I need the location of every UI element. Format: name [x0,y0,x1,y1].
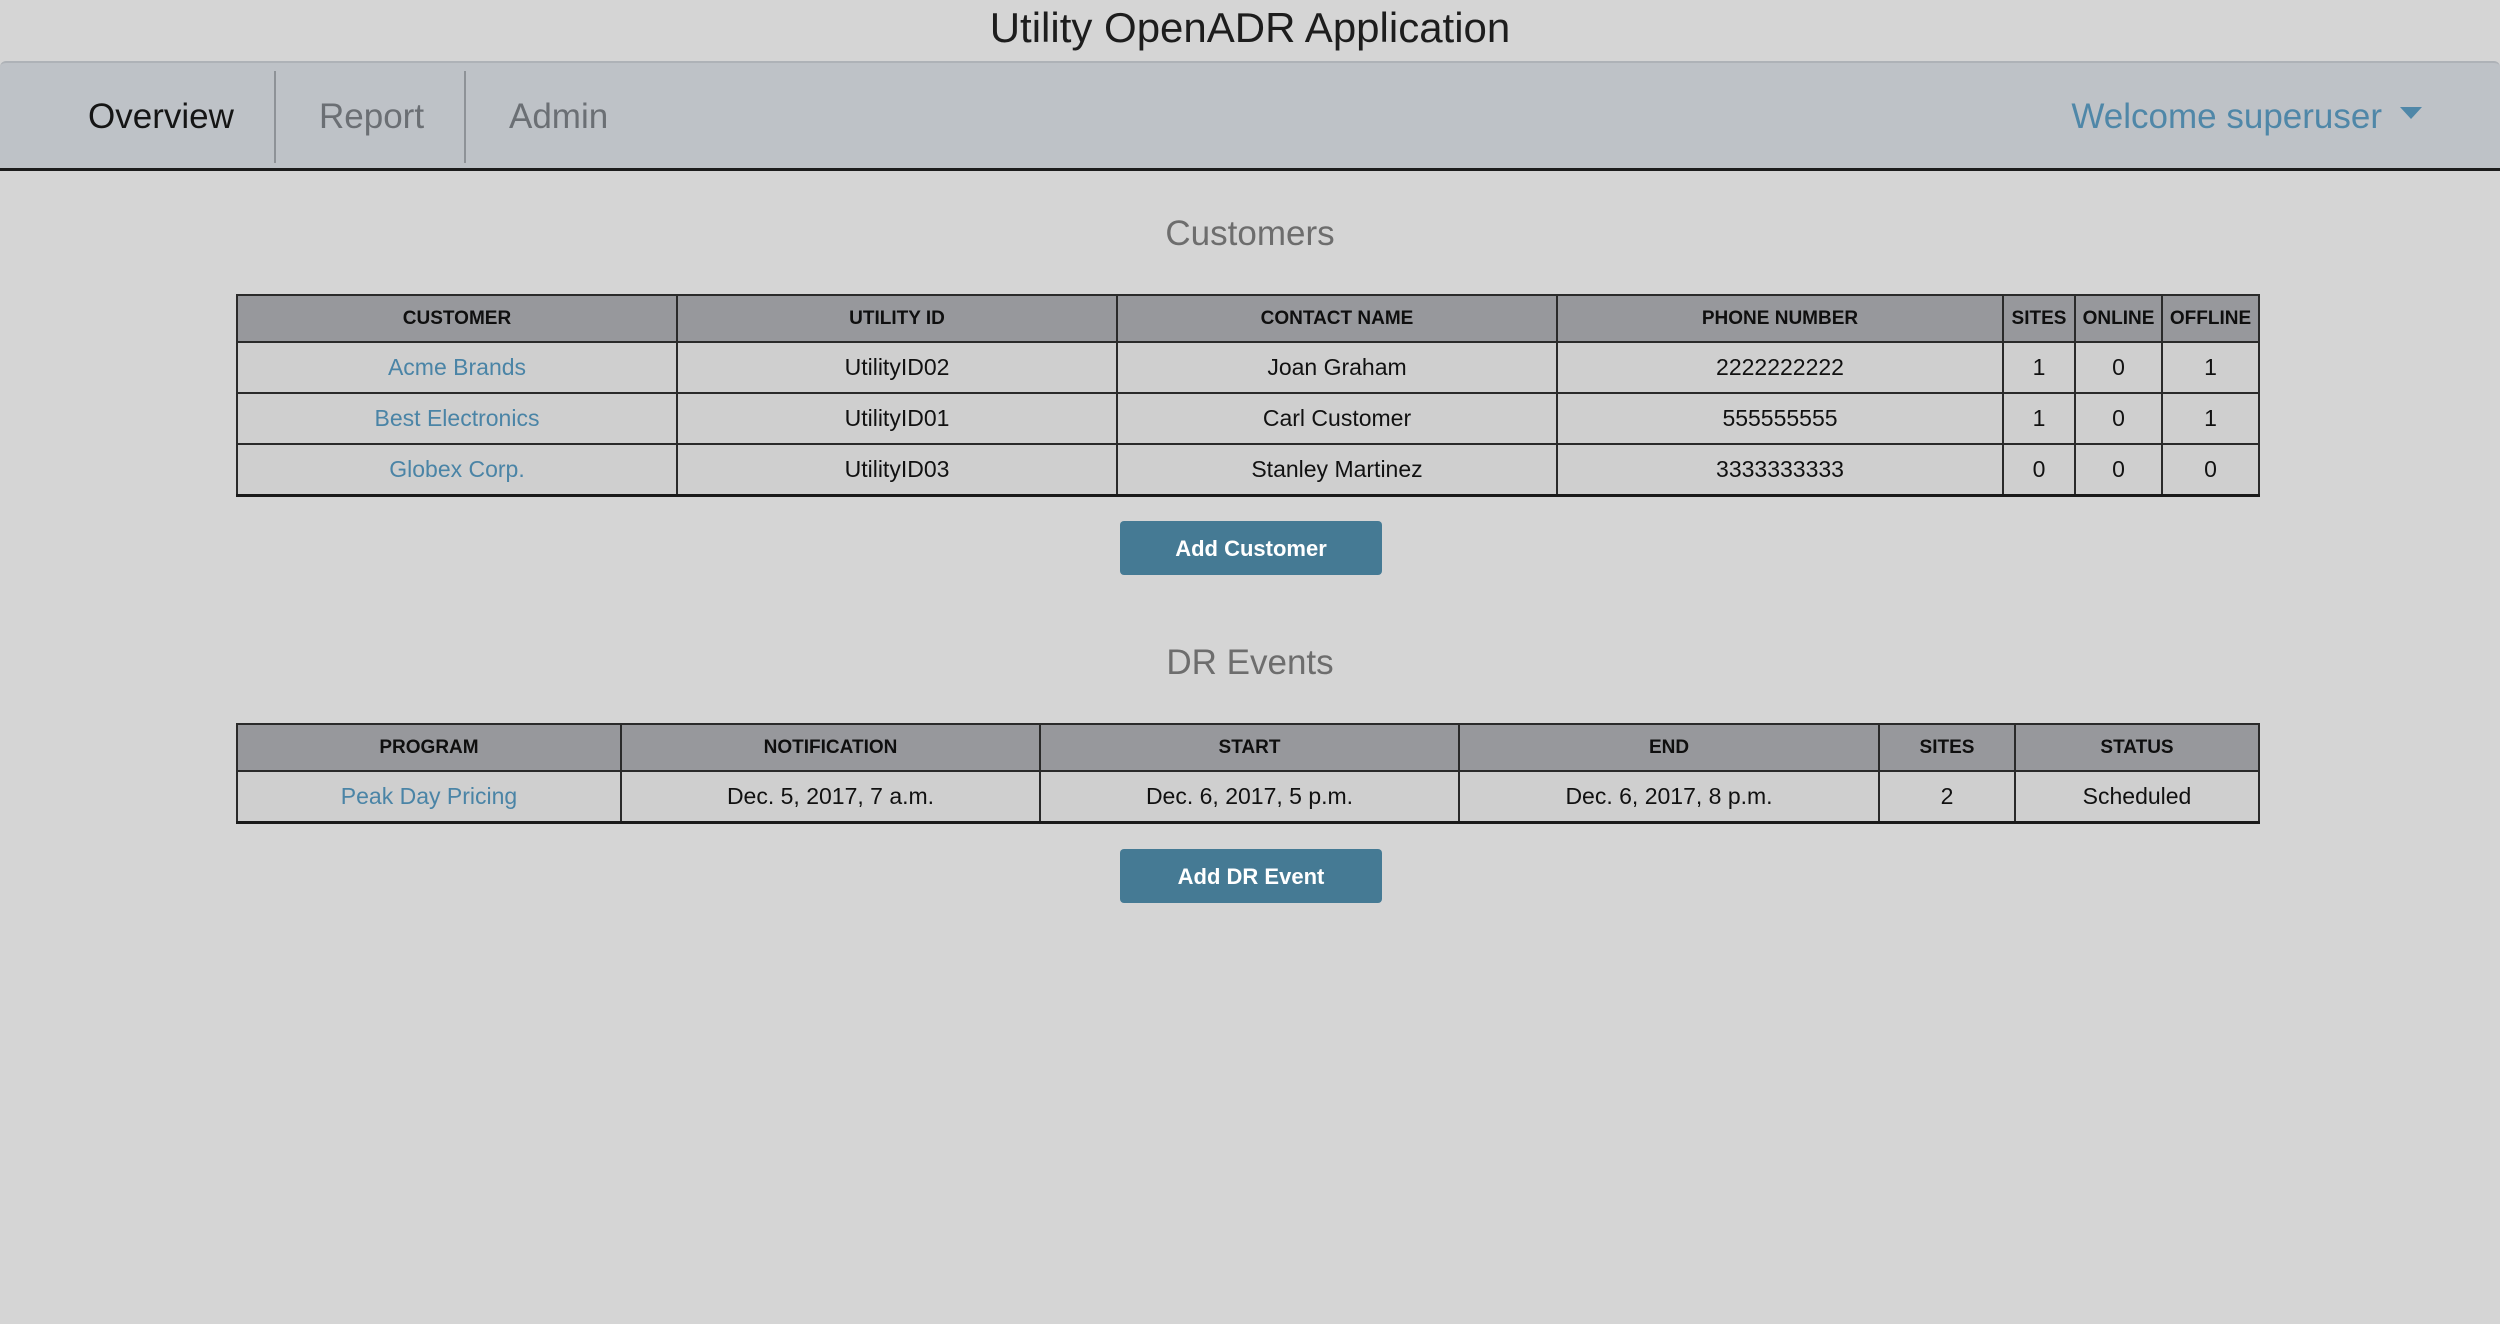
table-row: Globex Corp. UtilityID03 Stanley Martine… [236,443,2260,497]
customer-cell: Globex Corp. [236,443,678,497]
table-header-row: PROGRAM NOTIFICATION START END SITES STA… [236,723,2260,772]
table-header-row: CUSTOMER UTILITY ID CONTACT NAME PHONE N… [236,294,2260,343]
customer-link[interactable]: Globex Corp. [389,456,525,482]
sites-cell: 1 [2002,341,2076,394]
program-cell: Peak Day Pricing [236,770,622,824]
column-header-contact-name[interactable]: CONTACT NAME [1116,294,1558,343]
column-header-program[interactable]: PROGRAM [236,723,622,772]
user-menu-label: Welcome superuser [2071,97,2382,136]
phone-number-cell: 3333333333 [1556,443,2004,497]
table-row: Peak Day Pricing Dec. 5, 2017, 7 a.m. De… [236,770,2260,824]
chevron-down-icon [2400,106,2422,119]
column-header-status[interactable]: STATUS [2014,723,2260,772]
online-cell: 0 [2074,443,2163,497]
sites-cell: 2 [1878,770,2016,824]
column-header-customer[interactable]: CUSTOMER [236,294,678,343]
column-header-utility-id[interactable]: UTILITY ID [676,294,1118,343]
nav-divider [464,71,466,163]
sites-cell: 1 [2002,392,2076,445]
customers-table: CUSTOMER UTILITY ID CONTACT NAME PHONE N… [236,294,2260,497]
tab-report[interactable]: Report [319,71,424,163]
utility-id-cell: UtilityID01 [676,392,1118,445]
sites-cell: 0 [2002,443,2076,497]
add-dr-event-button[interactable]: Add DR Event [1120,849,1382,903]
column-header-end[interactable]: END [1458,723,1880,772]
column-header-start[interactable]: START [1039,723,1460,772]
online-cell: 0 [2074,341,2163,394]
notification-cell: Dec. 5, 2017, 7 a.m. [620,770,1041,824]
utility-id-cell: UtilityID03 [676,443,1118,497]
dr-events-section-title: DR Events [1166,643,1334,682]
customers-section-title: Customers [1165,214,1335,253]
contact-name-cell: Carl Customer [1116,392,1558,445]
offline-cell: 1 [2161,392,2260,445]
column-header-online[interactable]: ONLINE [2074,294,2163,343]
column-header-offline[interactable]: OFFLINE [2161,294,2260,343]
customer-cell: Acme Brands [236,341,678,394]
customer-link[interactable]: Acme Brands [388,354,526,380]
tab-overview[interactable]: Overview [88,71,234,163]
offline-cell: 1 [2161,341,2260,394]
customer-cell: Best Electronics [236,392,678,445]
end-cell: Dec. 6, 2017, 8 p.m. [1458,770,1880,824]
dr-events-table: PROGRAM NOTIFICATION START END SITES STA… [236,723,2260,824]
start-cell: Dec. 6, 2017, 5 p.m. [1039,770,1460,824]
column-header-notification[interactable]: NOTIFICATION [620,723,1041,772]
customer-link[interactable]: Best Electronics [375,405,540,431]
offline-cell: 0 [2161,443,2260,497]
status-cell: Scheduled [2014,770,2260,824]
phone-number-cell: 2222222222 [1556,341,2004,394]
table-row: Best Electronics UtilityID01 Carl Custom… [236,392,2260,445]
utility-id-cell: UtilityID02 [676,341,1118,394]
program-link[interactable]: Peak Day Pricing [341,783,517,809]
online-cell: 0 [2074,392,2163,445]
column-header-sites[interactable]: SITES [1878,723,2016,772]
phone-number-cell: 555555555 [1556,392,2004,445]
top-navbar: Overview Report Admin Welcome superuser [0,61,2500,171]
contact-name-cell: Stanley Martinez [1116,443,1558,497]
tab-admin[interactable]: Admin [509,71,608,163]
user-menu-dropdown[interactable]: Welcome superuser [2071,71,2422,163]
column-header-phone-number[interactable]: PHONE NUMBER [1556,294,2004,343]
nav-divider [274,71,276,163]
app-title: Utility OpenADR Application [989,4,1511,51]
contact-name-cell: Joan Graham [1116,341,1558,394]
column-header-sites[interactable]: SITES [2002,294,2076,343]
table-row: Acme Brands UtilityID02 Joan Graham 2222… [236,341,2260,394]
add-customer-button[interactable]: Add Customer [1120,521,1382,575]
